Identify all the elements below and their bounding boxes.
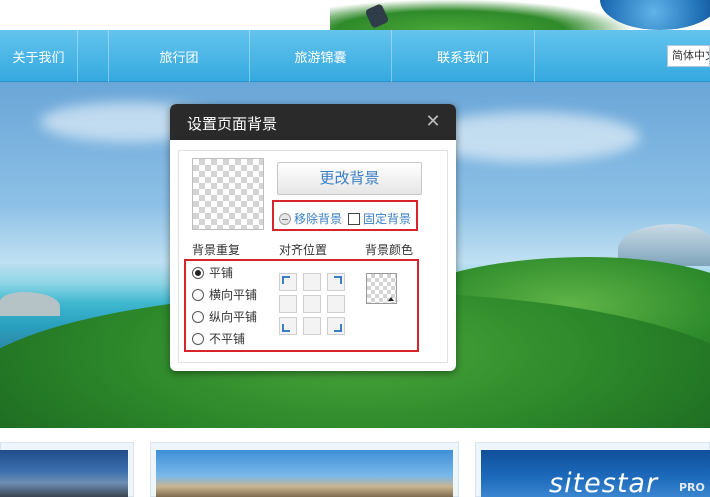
align-bottom-right[interactable]	[327, 317, 345, 335]
repeat-option-label: 不平铺	[209, 332, 246, 346]
language-select[interactable]: 简体中文	[667, 45, 710, 67]
repeat-section-label: 背景重复	[192, 243, 241, 257]
align-bottom-center[interactable]	[303, 317, 321, 335]
radio-button[interactable]	[192, 332, 204, 345]
nav-item-contact[interactable]: 联系我们	[392, 30, 535, 82]
thumbnail-sitestar[interactable]: sitestar PRO	[481, 450, 710, 497]
nav-item-tours[interactable]: 旅行团	[108, 30, 250, 82]
fix-background-checkbox[interactable]	[348, 212, 360, 225]
repeat-option-horizontal[interactable]: 横向平铺	[192, 286, 257, 303]
fix-background-label: 固定背景	[363, 212, 412, 226]
repeat-option-vertical[interactable]: 纵向平铺	[192, 308, 257, 325]
repeat-option-none[interactable]: 不平铺	[192, 330, 245, 347]
dialog-title: 设置页面背景	[187, 115, 278, 133]
align-top-right[interactable]	[327, 273, 345, 291]
color-section-label: 背景颜色	[365, 243, 414, 257]
top-banner	[0, 0, 710, 30]
dropdown-arrow-icon	[388, 297, 394, 301]
repeat-option-label: 纵向平铺	[209, 310, 258, 324]
radio-button[interactable]	[192, 266, 204, 279]
thumbnail-city[interactable]	[0, 450, 128, 497]
align-section-label: 对齐位置	[279, 243, 328, 257]
hero-rocks	[0, 292, 60, 316]
align-middle-left[interactable]	[279, 295, 297, 313]
sitestar-logo: sitestar	[549, 468, 659, 497]
align-bottom-left[interactable]	[279, 317, 297, 335]
radio-button[interactable]	[192, 288, 204, 301]
dialog-header: 设置页面背景 ✕	[170, 104, 456, 140]
remove-background-link[interactable]: 移除背景	[279, 210, 342, 227]
align-center[interactable]	[303, 295, 321, 313]
align-top-left[interactable]	[279, 273, 297, 291]
nav-item-tips[interactable]: 旅游锦囊	[250, 30, 392, 82]
nav-item-about[interactable]: 关于我们	[0, 30, 78, 82]
repeat-option-label: 平铺	[209, 266, 234, 280]
background-color-picker[interactable]	[366, 273, 397, 304]
background-preview	[192, 158, 264, 230]
sitestar-logo-sub: PRO	[679, 481, 705, 494]
align-middle-right[interactable]	[327, 295, 345, 313]
align-top-center[interactable]	[303, 273, 321, 291]
change-background-button[interactable]: 更改背景	[277, 162, 422, 195]
background-settings-dialog: 设置页面背景 ✕ 更改背景 移除背景 固定背景 背景重复 对齐位置 背景颜色 平…	[170, 104, 456, 371]
radio-button[interactable]	[192, 310, 204, 323]
close-icon[interactable]: ✕	[422, 111, 444, 133]
main-nav: 关于我们 旅行团 旅游锦囊 联系我们	[0, 30, 710, 82]
remove-background-label: 移除背景	[294, 212, 343, 226]
remove-icon	[279, 212, 291, 225]
thumbnail-beach[interactable]	[156, 450, 453, 497]
repeat-option-tile[interactable]: 平铺	[192, 264, 233, 281]
repeat-option-label: 横向平铺	[209, 288, 258, 302]
fix-background-toggle[interactable]: 固定背景	[348, 210, 411, 227]
